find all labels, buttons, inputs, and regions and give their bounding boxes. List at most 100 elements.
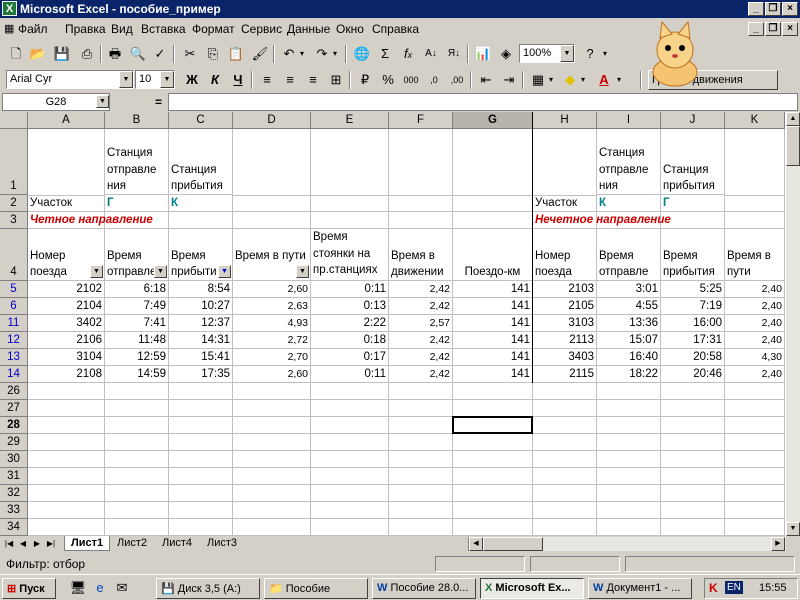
align-center-icon[interactable]: ≡ xyxy=(280,70,300,90)
percent-icon[interactable]: % xyxy=(378,70,398,90)
doc-icon[interactable]: ▦ xyxy=(4,22,14,35)
cell-i29[interactable] xyxy=(597,434,661,451)
row-header-29[interactable]: 29 xyxy=(0,434,28,451)
font-combo[interactable]: Arial Cyr ▼ xyxy=(6,70,134,89)
cell-e28[interactable] xyxy=(311,417,389,434)
menu-file[interactable]: Файл xyxy=(18,22,48,36)
cell-f29[interactable] xyxy=(389,434,453,451)
cell-a14[interactable]: 2108 xyxy=(28,366,105,383)
cell-j1[interactable]: Станция прибытия xyxy=(661,129,725,195)
cell-d2[interactable] xyxy=(233,195,311,212)
undo-icon[interactable]: ↶ xyxy=(279,44,299,64)
scroll-up-icon[interactable]: ▲ xyxy=(786,112,800,126)
cell-h12[interactable]: 2113 xyxy=(533,332,597,349)
select-all-corner[interactable] xyxy=(0,112,28,129)
cell-h14[interactable]: 2115 xyxy=(533,366,597,383)
cell-i14[interactable]: 18:22 xyxy=(597,366,661,383)
filter-dropdown-b-icon[interactable]: ▼ xyxy=(154,265,167,278)
cell-c13[interactable]: 15:41 xyxy=(169,349,233,366)
cell-e1[interactable] xyxy=(311,129,389,196)
hscroll-thumb[interactable] xyxy=(483,537,543,551)
cell-i33[interactable] xyxy=(597,502,661,519)
task-document1[interactable]: W Документ1 - ... xyxy=(588,578,692,599)
tab-sheet1[interactable]: Лист1 xyxy=(64,536,111,551)
menu-insert[interactable]: Вставка xyxy=(141,22,186,36)
doc-minimize-button[interactable]: _ xyxy=(748,22,764,36)
cell-g13[interactable]: 141 xyxy=(453,349,533,366)
cell-j6[interactable]: 7:19 xyxy=(661,298,725,315)
menu-format[interactable]: Формат xyxy=(192,22,235,36)
row-header-26[interactable]: 26 xyxy=(0,383,28,400)
zoom-combo[interactable]: 100% ▼ xyxy=(519,44,575,63)
cell-i12[interactable]: 15:07 xyxy=(597,332,661,349)
cell-k29[interactable] xyxy=(725,434,785,451)
column-header-c[interactable]: C xyxy=(169,112,233,129)
cell-g27[interactable] xyxy=(453,400,533,417)
cell-g14[interactable]: 141 xyxy=(453,366,533,383)
cell-i2[interactable]: К xyxy=(597,195,661,212)
cell-f6[interactable]: 2,42 xyxy=(389,298,453,315)
font-color-dropdown-icon[interactable]: ▾ xyxy=(614,70,624,90)
cell-b12[interactable]: 11:48 xyxy=(105,332,169,349)
outlook-icon[interactable]: ✉ xyxy=(112,578,132,598)
filter-dropdown-d-icon[interactable]: ▼ xyxy=(296,265,309,278)
cell-i34[interactable] xyxy=(597,519,661,536)
cell-b33[interactable] xyxy=(105,502,169,519)
cell-i1[interactable]: Станция отправле ния xyxy=(597,129,661,195)
cell-c27[interactable] xyxy=(169,400,233,417)
lang-indicator[interactable]: EN xyxy=(725,581,743,594)
scroll-thumb[interactable] xyxy=(786,126,800,166)
task-disk-a[interactable]: 💾 Диск 3,5 (A:) xyxy=(156,578,260,599)
row-header-34[interactable]: 34 xyxy=(0,519,28,536)
column-header-i[interactable]: I xyxy=(597,112,661,129)
first-sheet-icon[interactable]: |◀ xyxy=(2,537,16,551)
cell-a1[interactable] xyxy=(28,129,105,196)
preview-icon[interactable]: 🔍 xyxy=(128,44,148,64)
cell-c34[interactable] xyxy=(169,519,233,536)
menu-help[interactable]: Справка xyxy=(372,22,419,36)
cell-c32[interactable] xyxy=(169,485,233,502)
font-dropdown-icon[interactable]: ▼ xyxy=(119,71,133,88)
cell-d34[interactable] xyxy=(233,519,311,536)
thousands-icon[interactable]: 000 xyxy=(401,70,421,90)
cell-d6[interactable]: 2,63 xyxy=(233,298,311,315)
cell-d31[interactable] xyxy=(233,468,311,485)
cell-f11[interactable]: 2,57 xyxy=(389,315,453,332)
menu-tools[interactable]: Сервис xyxy=(241,22,282,36)
cell-e13[interactable]: 0:17 xyxy=(311,349,389,366)
cell-h1[interactable] xyxy=(533,129,597,196)
row-header-1[interactable]: 1 xyxy=(0,129,28,195)
cell-k12[interactable]: 2,40 xyxy=(725,332,785,349)
cell-k11[interactable]: 2,40 xyxy=(725,315,785,332)
italic-icon[interactable]: К xyxy=(205,70,225,90)
cell-f31[interactable] xyxy=(389,468,453,485)
cell-k6[interactable]: 2,40 xyxy=(725,298,785,315)
hyperlink-icon[interactable]: 🌐 xyxy=(352,44,372,64)
row-header-33[interactable]: 33 xyxy=(0,502,28,519)
cell-d1[interactable] xyxy=(233,129,311,196)
office-assistant-cat-icon[interactable] xyxy=(640,20,710,90)
cell-g6[interactable]: 141 xyxy=(453,298,533,315)
cell-f4[interactable]: Время в движении xyxy=(389,229,453,281)
cell-a12[interactable]: 2106 xyxy=(28,332,105,349)
excel-icon[interactable]: X xyxy=(2,1,17,16)
column-header-b[interactable]: B xyxy=(105,112,169,129)
cell-j12[interactable]: 17:31 xyxy=(661,332,725,349)
tab-sheet4[interactable]: Лист4 xyxy=(156,536,198,551)
cell-j14[interactable]: 20:46 xyxy=(661,366,725,383)
maximize-button[interactable]: ❐ xyxy=(765,2,781,16)
cell-i32[interactable] xyxy=(597,485,661,502)
cell-g29[interactable] xyxy=(453,434,533,451)
cell-i5[interactable]: 3:01 xyxy=(597,281,661,298)
cell-d28[interactable] xyxy=(233,417,311,434)
cell-a30[interactable] xyxy=(28,451,105,468)
cell-g34[interactable] xyxy=(453,519,533,536)
cell-j27[interactable] xyxy=(661,400,725,417)
cell-g31[interactable] xyxy=(453,468,533,485)
cell-k2[interactable] xyxy=(725,195,785,212)
cell-f32[interactable] xyxy=(389,485,453,502)
borders-dropdown-icon[interactable]: ▾ xyxy=(546,70,556,90)
cell-e4[interactable]: Время стоянки на пр.станциях xyxy=(311,229,389,281)
filter-dropdown-a-icon[interactable]: ▼ xyxy=(90,265,103,278)
merge-center-icon[interactable]: ⊞ xyxy=(326,70,346,90)
